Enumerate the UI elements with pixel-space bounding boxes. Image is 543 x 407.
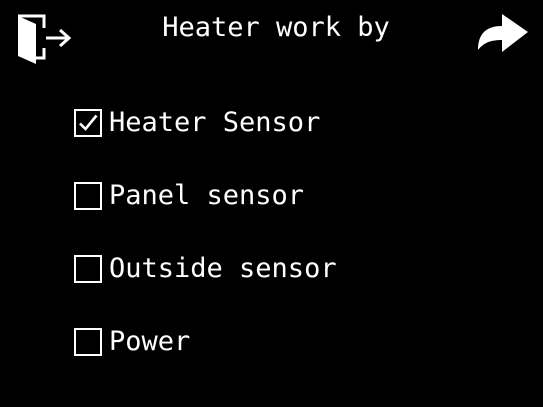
option-label: Panel sensor [109,180,305,211]
option-heater-sensor[interactable]: Heater Sensor [74,103,494,143]
outside-sensor-checkbox[interactable] [74,255,102,283]
exit-door-icon [18,14,72,64]
option-label: Heater Sensor [109,107,321,138]
exit-button[interactable] [14,12,76,64]
option-label: Outside sensor [109,253,337,284]
power-checkbox[interactable] [74,328,102,356]
header-bar: Heater work by [0,0,543,70]
checkmark-icon [79,114,98,131]
page-title: Heater work by [162,12,390,43]
option-power[interactable]: Power [74,322,494,362]
forward-arrow-icon [478,14,528,52]
panel-sensor-checkbox[interactable] [74,182,102,210]
heater-sensor-checkbox[interactable] [74,109,102,137]
option-outside-sensor[interactable]: Outside sensor [74,249,494,289]
next-button[interactable] [476,10,532,56]
option-panel-sensor[interactable]: Panel sensor [74,176,494,216]
heater-work-by-screen: Heater work by Heater Sensor Panel senso… [0,0,543,407]
option-list: Heater Sensor Panel sensor Outside senso… [74,103,494,395]
option-label: Power [109,326,191,357]
